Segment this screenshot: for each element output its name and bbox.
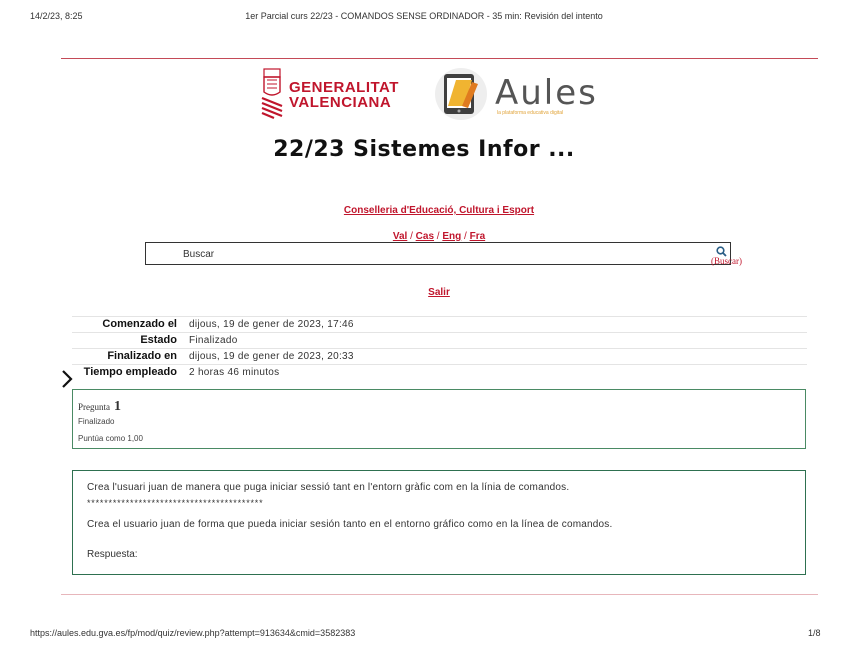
conselleria-row: Conselleria d'Educació, Cultura i Esport xyxy=(0,200,848,218)
drawer-toggle-chevron-right-icon[interactable] xyxy=(60,367,74,391)
aules-wordmark: Aules xyxy=(495,73,598,113)
logout-link[interactable]: Salir xyxy=(428,287,450,298)
question-grade: Puntúa como 1,00 xyxy=(78,434,143,443)
generalitat-emblem-icon xyxy=(260,68,284,120)
print-page-title: 1er Parcial curs 22/23 - COMANDOS SENSE … xyxy=(245,11,603,21)
lang-eng-link[interactable]: Eng xyxy=(442,231,461,242)
question-separator: ****************************************… xyxy=(87,498,264,508)
aules-logo-icon xyxy=(432,66,490,122)
question-state: Finalizado xyxy=(78,417,115,426)
question-label: Pregunta xyxy=(78,402,110,412)
question-number: Pregunta 1 xyxy=(78,397,121,415)
summary-label: Finalizado en xyxy=(107,350,177,362)
search-input[interactable] xyxy=(181,248,665,261)
lang-separator: / xyxy=(407,231,416,242)
lang-separator: / xyxy=(461,231,470,242)
aules-tagline: la plataforma educativa digital xyxy=(497,110,564,116)
course-title: 22/23 Sistemes Infor ... xyxy=(273,137,575,162)
search-form xyxy=(145,242,731,265)
summary-value: 2 horas 46 minutos xyxy=(189,367,280,378)
search-button-label: (Buscar) xyxy=(711,256,742,266)
header-divider xyxy=(61,58,818,59)
question-content-box: Crea l'usuari juan de manera que puga in… xyxy=(72,470,806,575)
summary-value: dijous, 19 de gener de 2023, 20:33 xyxy=(189,351,354,362)
question-text-cas: Crea el usuario juan de forma que pueda … xyxy=(87,519,613,530)
conselleria-link[interactable]: Conselleria d'Educació, Cultura i Esport xyxy=(344,205,534,216)
search-button[interactable]: (Buscar) xyxy=(711,244,751,268)
summary-label: Comenzado el xyxy=(102,318,177,330)
generalitat-wordmark: GENERALITAT VALENCIANA xyxy=(289,79,399,111)
lang-val-link[interactable]: Val xyxy=(393,231,407,242)
summary-row-finished: Finalizado en dijous, 19 de gener de 202… xyxy=(72,348,807,365)
question-text-val: Crea l'usuari juan de manera que puga in… xyxy=(87,482,570,493)
print-page-number: 1/8 xyxy=(808,628,821,638)
summary-row-time-taken: Tiempo empleado 2 horas 46 minutos xyxy=(72,364,807,381)
summary-row-state: Estado Finalizado xyxy=(72,332,807,349)
summary-label: Tiempo empleado xyxy=(83,366,177,378)
question-info-box: Pregunta 1 Finalizado Puntúa como 1,00 xyxy=(72,389,806,449)
answer-label: Respuesta: xyxy=(87,549,138,560)
logout-row: Salir xyxy=(0,282,848,300)
footer-divider xyxy=(61,594,818,595)
lang-cas-link[interactable]: Cas xyxy=(416,231,434,242)
summary-row-started: Comenzado el dijous, 19 de gener de 2023… xyxy=(72,316,807,333)
summary-value: Finalizado xyxy=(189,335,238,346)
print-url: https://aules.edu.gva.es/fp/mod/quiz/rev… xyxy=(30,628,356,638)
question-index: 1 xyxy=(114,399,121,414)
lang-fra-link[interactable]: Fra xyxy=(470,231,486,242)
summary-value: dijous, 19 de gener de 2023, 17:46 xyxy=(189,319,354,330)
summary-label: Estado xyxy=(140,334,177,346)
